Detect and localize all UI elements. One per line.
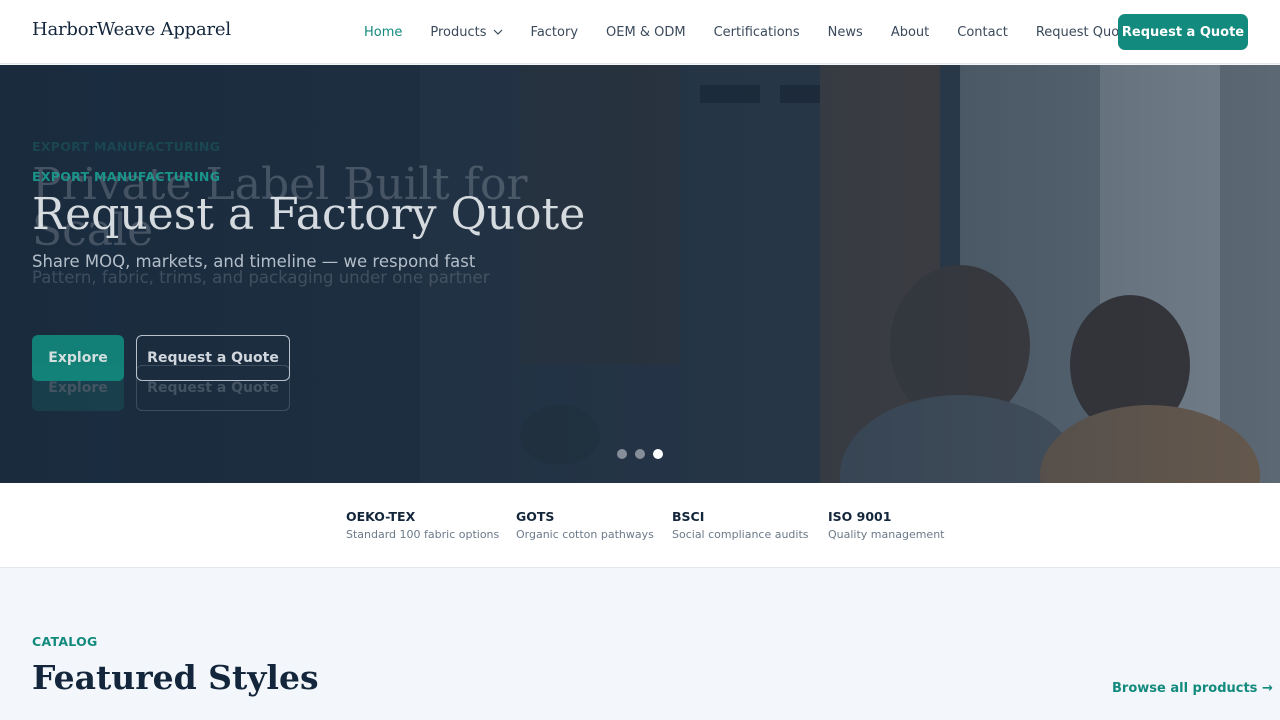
nav-home[interactable]: Home <box>364 25 402 40</box>
header-request-quote-button[interactable]: Request a Quote <box>1118 14 1248 50</box>
nav-news[interactable]: News <box>828 25 863 40</box>
cert-item: OEKO-TEX Standard 100 fabric options <box>346 509 499 541</box>
brand-logo[interactable]: HarborWeave Apparel <box>32 19 231 40</box>
nav-about[interactable]: About <box>891 25 929 40</box>
chevron-down-icon <box>493 29 502 35</box>
carousel-dot-3[interactable] <box>653 449 663 459</box>
carousel-dot-1[interactable] <box>617 449 627 459</box>
cert-name: BSCI <box>672 509 705 524</box>
hero-subtitle-outgoing: Pattern, fabric, trims, and packaging un… <box>32 268 490 288</box>
browse-all-products-link[interactable]: Browse all products → <box>1112 681 1273 696</box>
cert-item: ISO 9001 Quality management <box>828 509 945 541</box>
site-header: HarborWeave Apparel Home Products Factor… <box>0 0 1280 64</box>
explore-button[interactable]: Explore <box>32 335 124 381</box>
cert-desc: Quality management <box>828 528 945 541</box>
hero-title: Request a Factory Quote <box>32 189 586 240</box>
nav-contact[interactable]: Contact <box>957 25 1008 40</box>
cert-name: OEKO-TEX <box>346 509 416 524</box>
carousel-dots <box>617 449 671 459</box>
cert-desc: Organic cotton pathways <box>516 528 654 541</box>
catalog-eyebrow: CATALOG <box>32 634 98 649</box>
main-nav: Home Products Factory OEM & ODM Certific… <box>364 0 1160 64</box>
hero-actions: Explore Request a Quote <box>32 335 290 381</box>
cert-item: BSCI Social compliance audits <box>672 509 809 541</box>
hero-eyebrow: EXPORT MANUFACTURING <box>32 169 221 184</box>
nav-factory[interactable]: Factory <box>531 25 579 40</box>
cert-desc: Social compliance audits <box>672 528 809 541</box>
hero-subtitle: Share MOQ, markets, and timeline — we re… <box>32 252 476 272</box>
hero-eyebrow-outgoing: EXPORT MANUFACTURING <box>32 139 221 154</box>
hero-slide-current: EXPORT MANUFACTURING Request a Factory Q… <box>32 169 585 271</box>
nav-products-label: Products <box>430 24 487 40</box>
nav-oem-odm[interactable]: OEM & ODM <box>606 25 686 40</box>
catalog-title: Featured Styles <box>32 658 319 697</box>
nav-products[interactable]: Products <box>430 25 502 40</box>
hero-carousel: EXPORT MANUFACTURING Private Label Built… <box>0 65 1280 483</box>
cert-name: GOTS <box>516 509 555 524</box>
cert-name: ISO 9001 <box>828 509 892 524</box>
certifications-strip: OEKO-TEX Standard 100 fabric options GOT… <box>0 483 1280 568</box>
cert-item: GOTS Organic cotton pathways <box>516 509 654 541</box>
cert-desc: Standard 100 fabric options <box>346 528 500 541</box>
nav-certifications[interactable]: Certifications <box>714 25 800 40</box>
hero-request-quote-button[interactable]: Request a Quote <box>136 335 290 381</box>
carousel-dot-2[interactable] <box>635 449 645 459</box>
